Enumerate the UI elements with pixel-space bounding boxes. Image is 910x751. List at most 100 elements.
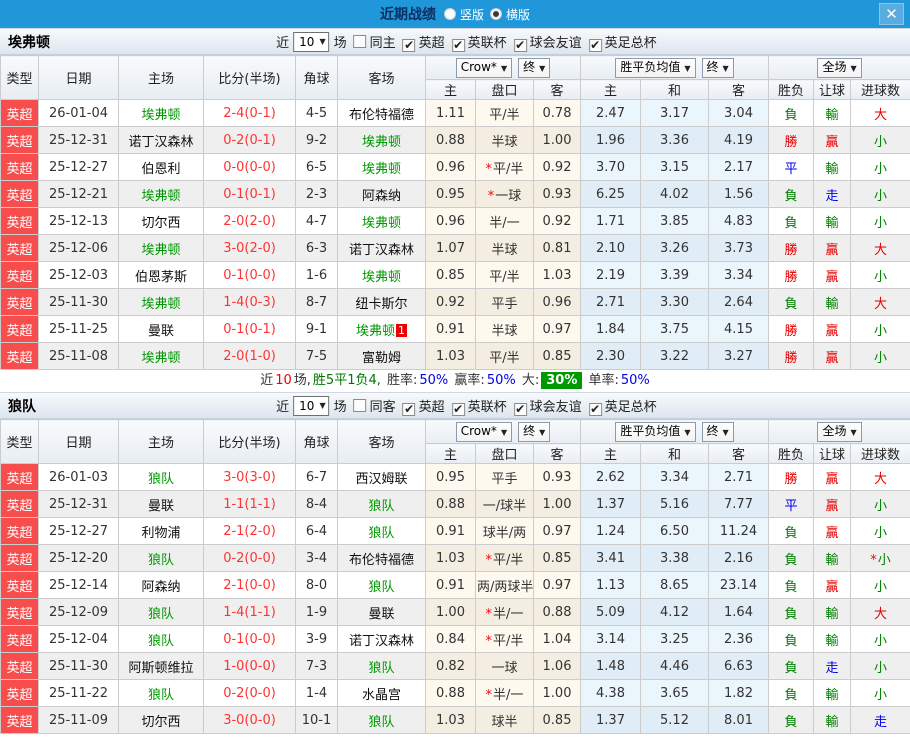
date-cell: 25-11-08	[38, 342, 119, 370]
goals-result-cell: 小	[850, 180, 910, 208]
final-odds-dropdown[interactable]: 终 ▼	[518, 57, 551, 78]
team-label: 狼队	[368, 525, 395, 541]
score-cell: 2-0(2-0)	[203, 207, 296, 235]
league-type-cell: 英超	[0, 315, 39, 343]
vertical-layout-label: 竖版	[459, 7, 484, 22]
team-label: 阿森纳	[141, 579, 181, 595]
home-odds-cell: 0.84	[425, 625, 476, 653]
final-odds-dropdown[interactable]: 终 ▼	[518, 421, 551, 442]
col-away: 客场	[337, 419, 426, 464]
draw-avg-cell: 4.12	[640, 598, 709, 626]
away-odds-cell: 1.06	[533, 652, 581, 680]
team-label: 埃弗顿	[355, 323, 395, 339]
goals-result-cell: 大	[850, 463, 910, 491]
league-checkbox[interactable]: ✔	[513, 402, 527, 416]
date-cell: 25-11-30	[38, 652, 119, 680]
handicap-result-cell: 贏	[813, 234, 852, 262]
league-type-cell: 英超	[0, 544, 39, 572]
avg-odds-dropdown[interactable]: 胜平负均值 ▼	[615, 421, 696, 442]
away-avg-cell: 3.04	[707, 99, 770, 127]
vertical-layout-radio[interactable]	[443, 8, 456, 20]
odds-group-header: Crow* ▼ 终 ▼	[425, 419, 581, 444]
team-label: 埃弗顿	[361, 161, 401, 177]
odds-source-dropdown[interactable]: Crow* ▼	[455, 421, 513, 442]
horizontal-layout-radio[interactable]	[490, 8, 502, 20]
handicap-result-cell: 輸	[813, 706, 852, 734]
league-checkbox[interactable]: ✔	[513, 38, 527, 52]
result-cell: 負	[768, 517, 815, 545]
final-avg-dropdown[interactable]: 终 ▼	[701, 57, 734, 78]
handicap-cell: 一球	[475, 652, 534, 680]
corner-cell: 3-4	[295, 544, 338, 572]
matches-table-everton: 类型 日期 主场 比分(半场) 角球 客场 Crow* ▼ 终 ▼ 胜平负均值 ▼ 终 ▼ …	[0, 55, 910, 370]
date-cell: 25-12-06	[38, 234, 119, 262]
away-team-cell: 狼队	[337, 490, 426, 518]
home-avg-cell: 1.71	[580, 207, 641, 235]
league-checkbox-label: 球会友谊	[529, 35, 582, 51]
draw-avg-cell: 3.38	[640, 544, 709, 572]
away-avg-cell: 1.56	[707, 180, 770, 208]
home-avg-cell: 2.62	[580, 463, 641, 491]
col-type: 类型	[0, 55, 39, 100]
chevron-down-icon: ▼	[850, 63, 857, 73]
team-label: 切尔西	[141, 714, 181, 730]
league-checkbox[interactable]: ✔	[451, 402, 465, 416]
away-avg-cell: 2.71	[707, 463, 770, 491]
games-count-select[interactable]: 10 ▼	[293, 31, 330, 52]
handicap-result-cell: 輸	[813, 598, 852, 626]
league-type-cell: 英超	[0, 706, 39, 734]
away-team-cell: 纽卡斯尔	[337, 288, 426, 316]
team-label: 狼队	[368, 498, 395, 514]
league-checkbox[interactable]: ✔	[588, 38, 602, 52]
home-team-cell: 切尔西	[118, 706, 204, 734]
date-cell: 25-12-14	[38, 571, 119, 599]
same-venue-checkbox[interactable]	[353, 399, 367, 412]
away-odds-cell: 0.85	[533, 342, 581, 370]
odds-source-dropdown[interactable]: Crow* ▼	[455, 57, 513, 78]
team-label: 曼联	[147, 498, 174, 514]
match-row: 英超 25-11-30 埃弗顿 1-4(0-3) 8-7 纽卡斯尔 0.92 平手 0.96 2.…	[0, 288, 910, 316]
score-cell: 0-1(0-0)	[203, 261, 296, 289]
home-avg-cell: 1.37	[580, 490, 641, 518]
home-avg-cell: 1.84	[580, 315, 641, 343]
home-odds-cell: 1.07	[425, 234, 476, 262]
fulltime-dropdown[interactable]: 全场 ▼	[817, 57, 862, 78]
away-team-cell: 布伦特福德	[337, 99, 426, 127]
away-avg-cell: 8.01	[707, 706, 770, 734]
games-count-select[interactable]: 10 ▼	[293, 395, 330, 416]
league-type-cell: 英超	[0, 598, 39, 626]
handicap-result-cell: 輸	[813, 207, 852, 235]
league-checkbox-label: 英超	[418, 399, 445, 415]
league-checkbox[interactable]: ✔	[402, 402, 416, 416]
league-type-cell: 英超	[0, 490, 39, 518]
draw-avg-cell: 3.36	[640, 126, 709, 154]
date-cell: 25-12-27	[38, 153, 119, 181]
match-row: 英超 25-12-04 狼队 0-1(0-0) 3-9 诺丁汉森林 0.84 *平/半 1.04…	[0, 625, 910, 653]
final-avg-dropdown[interactable]: 终 ▼	[701, 421, 734, 442]
chevron-down-icon: ▼	[319, 401, 326, 410]
league-type-cell: 英超	[0, 517, 39, 545]
home-avg-cell: 1.13	[580, 571, 641, 599]
goals-result-cell: 小	[850, 490, 910, 518]
team-label: 阿斯顿维拉	[128, 660, 194, 676]
summary-text: 50%	[620, 373, 650, 388]
home-odds-cell: 0.96	[425, 207, 476, 235]
league-checkbox[interactable]: ✔	[588, 402, 602, 416]
goals-result-cell: 小	[850, 342, 910, 370]
score-cell: 1-4(1-1)	[203, 598, 296, 626]
fulltime-dropdown[interactable]: 全场 ▼	[817, 421, 862, 442]
chevron-down-icon: ▼	[539, 427, 546, 437]
same-venue-checkbox[interactable]	[353, 35, 367, 48]
col-result: 胜负	[768, 79, 815, 100]
team-label: 诺丁汉森林	[128, 134, 194, 150]
avg-odds-dropdown[interactable]: 胜平负均值 ▼	[615, 57, 696, 78]
league-type-cell: 英超	[0, 261, 39, 289]
handicap-cell: *半/一	[475, 679, 534, 707]
draw-avg-cell: 6.50	[640, 517, 709, 545]
handicap-cell: 两/两球半	[475, 571, 534, 599]
league-checkbox[interactable]: ✔	[402, 38, 416, 52]
adjusted-marker: *	[485, 687, 493, 703]
league-checkbox[interactable]: ✔	[451, 38, 465, 52]
away-team-cell: 狼队	[337, 706, 426, 734]
close-button[interactable]: ✕	[879, 3, 904, 25]
